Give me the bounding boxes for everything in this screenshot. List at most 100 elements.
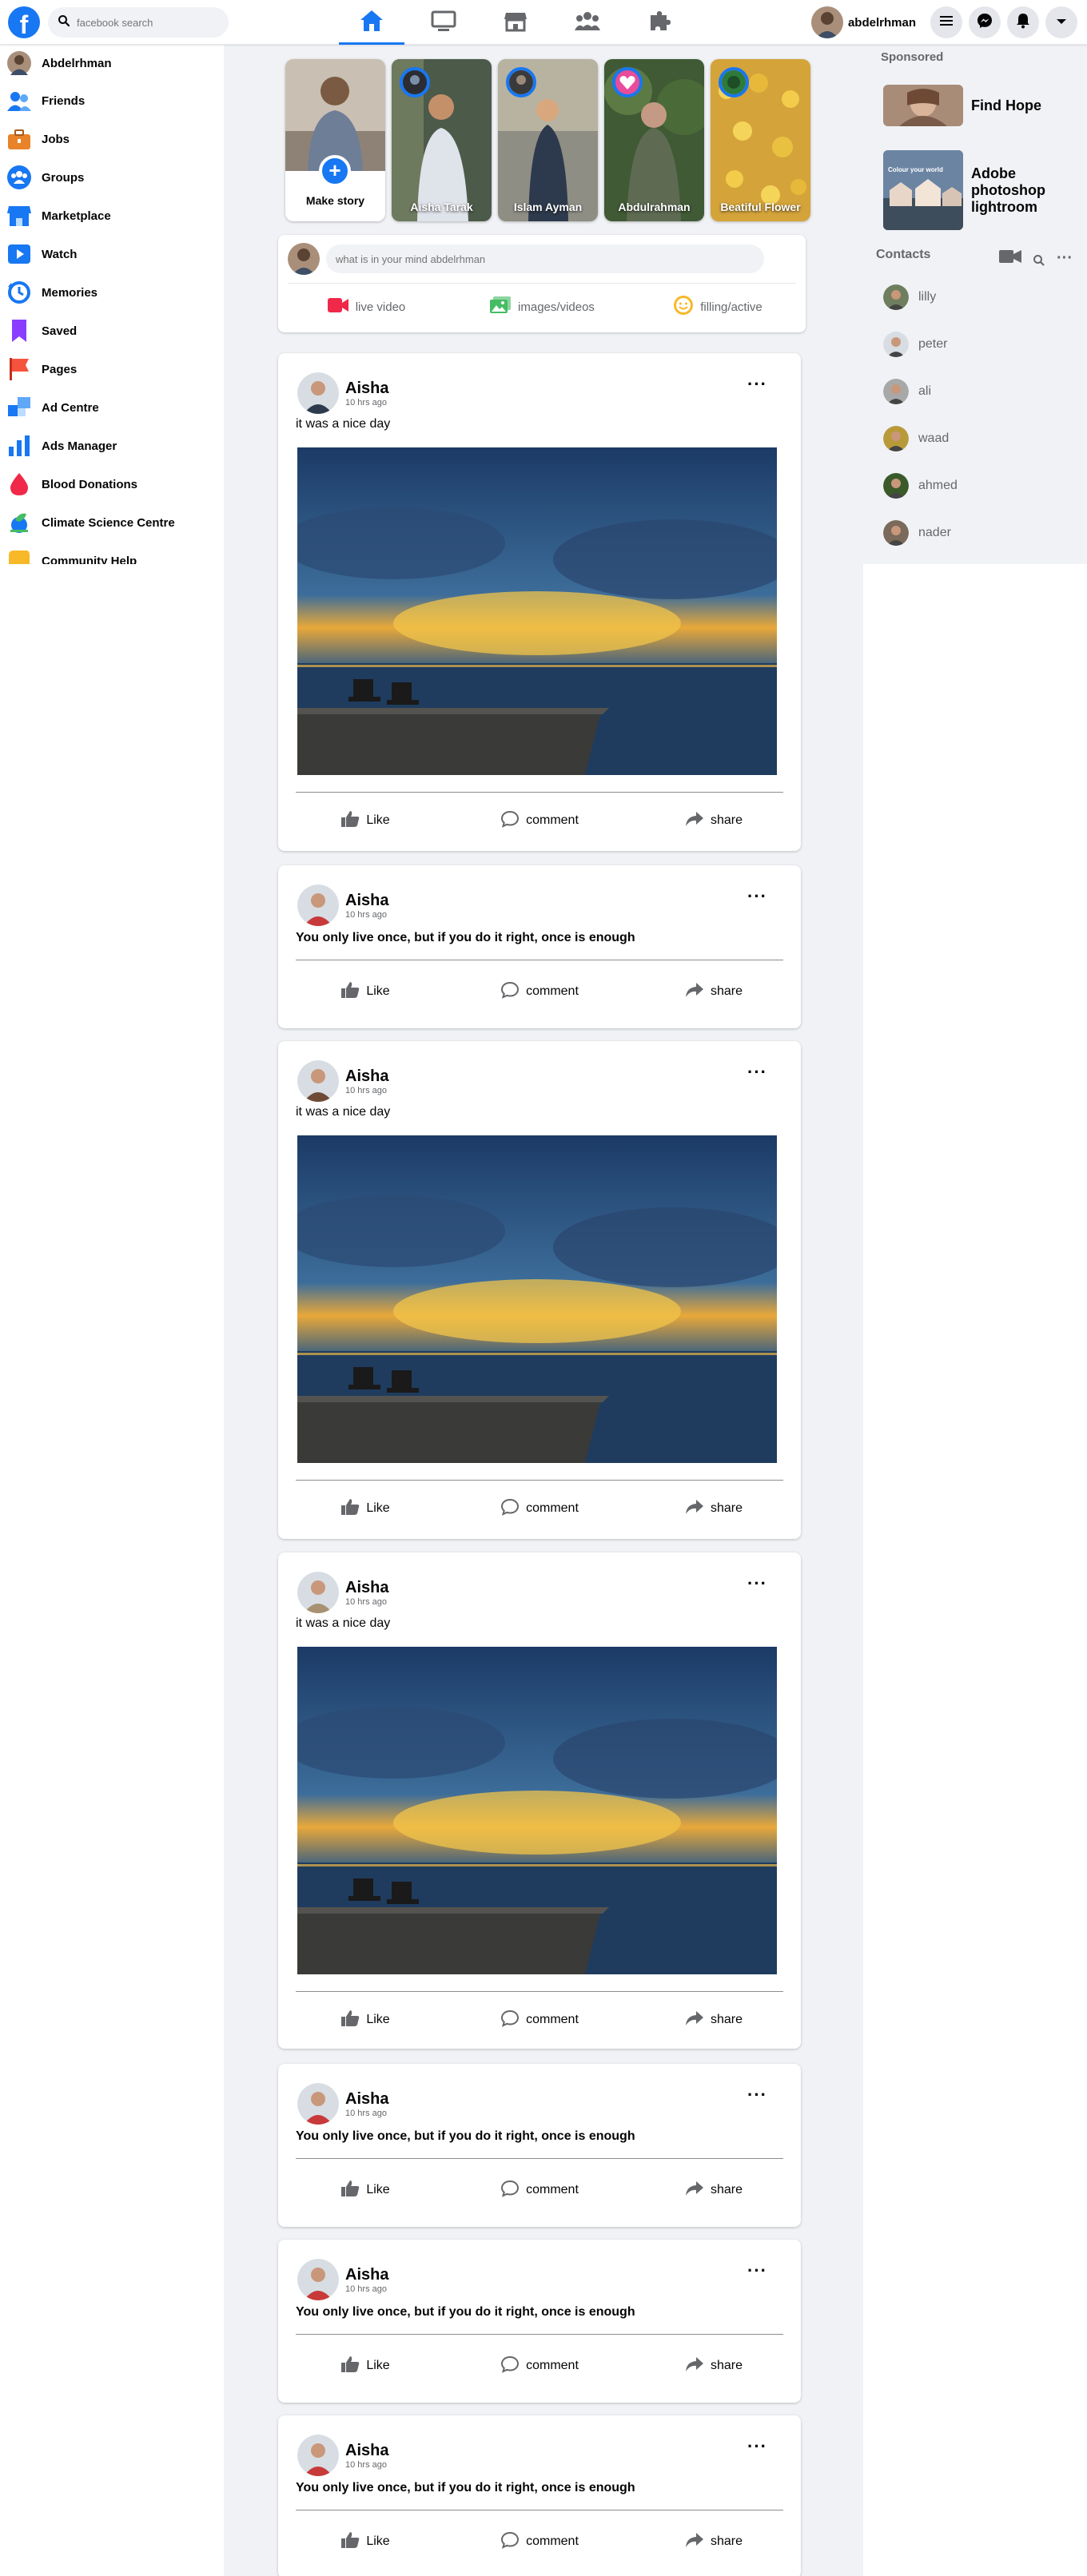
menu-button[interactable]	[930, 6, 962, 38]
contact-item[interactable]: ahmed	[883, 473, 958, 499]
post-author-name[interactable]: Aisha	[345, 1067, 388, 1086]
like-button[interactable]: Like	[278, 806, 452, 835]
sponsored-title: Sponsored	[881, 50, 944, 64]
profile-chip[interactable]: abdelrhman	[810, 6, 916, 38]
feeling-activity-button[interactable]: filling/active	[630, 286, 806, 328]
sponsored-ad[interactable]: Find Hope	[883, 85, 1067, 126]
post-divider	[296, 1991, 783, 1992]
post-author-avatar[interactable]	[297, 885, 339, 926]
post-author-name[interactable]: Aisha	[345, 2442, 388, 2460]
share-button[interactable]: share	[627, 2006, 801, 2034]
contact-item[interactable]: waad	[883, 426, 949, 451]
share-button[interactable]: share	[627, 2527, 801, 2556]
like-button[interactable]: Like	[278, 2176, 452, 2204]
post-author-avatar[interactable]	[297, 2259, 339, 2300]
sidebar-item-jobs[interactable]: Jobs	[0, 120, 224, 158]
composer-input[interactable]	[326, 244, 764, 273]
sidebar-item-climate-science[interactable]: Climate Science Centre	[0, 503, 224, 542]
post-author-name[interactable]: Aisha	[345, 1579, 388, 1597]
sidebar-item-ads-manager[interactable]: Ads Manager	[0, 427, 224, 465]
contact-item[interactable]: lilly	[883, 284, 936, 310]
comment-button[interactable]: comment	[452, 1494, 627, 1523]
post-author-avatar[interactable]	[297, 1060, 339, 1102]
post-author-avatar[interactable]	[297, 372, 339, 414]
post-image[interactable]	[297, 1647, 777, 1974]
post-author-avatar[interactable]	[297, 2435, 339, 2476]
contact-name: waad	[918, 431, 950, 445]
story-card[interactable]: Islam Ayman	[498, 59, 598, 221]
post-more-options-icon[interactable]: ···	[747, 1063, 767, 1081]
story-card[interactable]: Beatiful Flower	[711, 59, 810, 221]
story-name: Aisha Tarak	[410, 201, 473, 213]
search-input[interactable]	[77, 16, 221, 29]
sidebar-item-blood-donations[interactable]: Blood Donations	[0, 465, 224, 503]
add-story-button[interactable]: +	[319, 155, 351, 187]
post-image[interactable]	[297, 1135, 777, 1463]
more-options-icon[interactable]: ···	[1057, 250, 1073, 266]
like-button[interactable]: Like	[278, 2006, 452, 2034]
share-button[interactable]: share	[627, 1494, 801, 1523]
comment-button[interactable]: comment	[452, 2351, 627, 2380]
account-button[interactable]	[1045, 6, 1077, 38]
post-author-avatar[interactable]	[297, 1572, 339, 1613]
sidebar-item-label: Marketplace	[42, 209, 111, 223]
contact-item[interactable]: nader	[883, 520, 951, 546]
messenger-button[interactable]	[969, 6, 1001, 38]
search-contacts-icon[interactable]	[1033, 254, 1045, 271]
contact-item[interactable]: ali	[883, 379, 931, 404]
post-author-name[interactable]: Aisha	[345, 892, 388, 910]
post-author-avatar[interactable]	[297, 2083, 339, 2125]
tab-watch[interactable]	[408, 0, 480, 45]
post-more-options-icon[interactable]: ···	[747, 2438, 767, 2455]
sidebar-item-ad-centre[interactable]: Ad Centre	[0, 388, 224, 427]
story-card[interactable]: Abdulrahman	[604, 59, 704, 221]
sidebar-item-community-help[interactable]: Community Help	[0, 542, 224, 564]
notifications-button[interactable]	[1007, 6, 1039, 38]
sidebar-item-marketplace[interactable]: Marketplace	[0, 197, 224, 235]
make-story-card[interactable]: + Make story	[285, 59, 385, 221]
sidebar-item-memories[interactable]: Memories	[0, 273, 224, 312]
share-button[interactable]: share	[627, 977, 801, 1006]
tab-home[interactable]	[336, 0, 408, 45]
like-button[interactable]: Like	[278, 2527, 452, 2556]
sidebar-item-friends[interactable]: Friends	[0, 81, 224, 120]
post-more-options-icon[interactable]: ···	[747, 2086, 767, 2104]
post-author-name[interactable]: Aisha	[345, 2090, 388, 2109]
tab-groups[interactable]	[551, 0, 623, 45]
post-more-options-icon[interactable]: ···	[747, 2262, 767, 2280]
like-button[interactable]: Like	[278, 2351, 452, 2380]
comment-button[interactable]: comment	[452, 977, 627, 1006]
images-videos-button[interactable]: images/videos	[454, 286, 630, 328]
comment-button[interactable]: comment	[452, 2176, 627, 2204]
comment-button[interactable]: comment	[452, 2527, 627, 2556]
share-button[interactable]: share	[627, 806, 801, 835]
comment-button[interactable]: comment	[452, 2006, 627, 2034]
tab-gaming[interactable]	[623, 0, 695, 45]
like-button[interactable]: Like	[278, 1494, 452, 1523]
live-video-button[interactable]: live video	[278, 286, 454, 328]
post-more-options-icon[interactable]: ···	[747, 888, 767, 905]
new-room-icon[interactable]	[999, 249, 1021, 268]
comment-button[interactable]: comment	[452, 806, 627, 835]
chevron-down-icon	[1056, 15, 1067, 30]
contact-item[interactable]: peter	[883, 332, 947, 357]
sidebar-item-profile[interactable]: Abdelrhman	[0, 45, 224, 81]
post-image[interactable]	[297, 447, 777, 775]
search-box[interactable]	[48, 7, 229, 38]
post-more-options-icon[interactable]: ···	[747, 376, 767, 393]
ad-centre-icon	[6, 395, 32, 420]
sidebar-item-saved[interactable]: Saved	[0, 312, 224, 350]
post-author-name[interactable]: Aisha	[345, 380, 388, 398]
sidebar-item-watch[interactable]: Watch	[0, 235, 224, 273]
story-card[interactable]: Aisha Tarak	[392, 59, 492, 221]
post-more-options-icon[interactable]: ···	[747, 1575, 767, 1592]
facebook-logo[interactable]: f	[8, 6, 40, 38]
share-button[interactable]: share	[627, 2176, 801, 2204]
sidebar-item-pages[interactable]: Pages	[0, 350, 224, 388]
share-button[interactable]: share	[627, 2351, 801, 2380]
sponsored-ad[interactable]: Colour your world Adobe photoshop lightr…	[883, 150, 1067, 230]
tab-marketplace[interactable]	[480, 0, 551, 45]
post-author-name[interactable]: Aisha	[345, 2266, 388, 2284]
like-button[interactable]: Like	[278, 977, 452, 1006]
sidebar-item-groups[interactable]: Groups	[0, 158, 224, 197]
